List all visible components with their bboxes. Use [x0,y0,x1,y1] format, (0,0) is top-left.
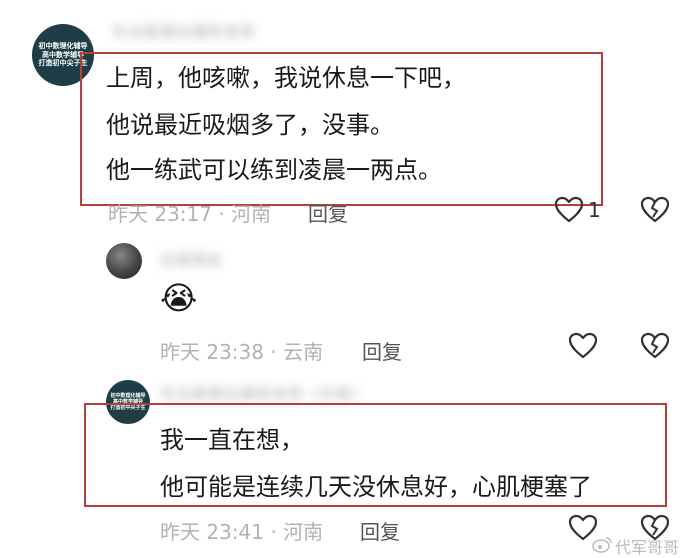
comment-time: 昨天 23:41 [160,520,264,544]
comment-meta: 昨天 23:38 · 云南 [160,336,323,365]
avatar[interactable] [106,243,142,279]
reply-button[interactable]: 回复 [308,198,348,227]
avatar-text-line: 初中数理化辅导 [38,41,88,50]
comment-location: · 河南 [218,202,272,226]
reply-button[interactable]: 回复 [360,516,400,545]
broken-heart-icon[interactable] [640,196,670,224]
comment-text-line: 他说最近吸烟多了，没事。 [106,111,394,139]
like-count: 1 [588,198,601,222]
watermark-text: 代军哥哥 [615,538,680,557]
crying-emoji: 😭 [160,279,198,317]
username[interactable]: 专业数理化辅导老师 [112,22,312,42]
comment-time: 昨天 23:17 [108,202,212,226]
comment-meta: 昨天 23:41 · 河南 [160,516,323,545]
comment-text-line: 上周，他咳嗽，我说休息一下吧， [106,64,466,92]
comment-meta: 昨天 23:17 · 河南 [108,198,271,227]
username[interactable]: 专业数理化辅导老师（作者） [160,384,490,404]
comment-text-line: 他可能是连续几天没休息好，心肌梗塞了 [160,473,592,501]
username[interactable]: 云南网友 [160,250,260,270]
heart-outline-icon[interactable] [554,196,584,224]
comment-location: · 云南 [270,340,324,364]
comment-text-line: 我一直在想， [160,426,304,454]
broken-heart-icon[interactable] [640,332,670,360]
reply-button[interactable]: 回复 [362,336,402,365]
comment-text-line: 他一练武可以练到凌晨一两点。 [106,156,442,184]
comment-time: 昨天 23:38 [160,340,264,364]
heart-outline-icon[interactable] [568,332,598,360]
watermark: 代军哥哥 [592,534,679,558]
comment-location: · 河南 [270,520,324,544]
weibo-logo-icon [592,536,612,557]
